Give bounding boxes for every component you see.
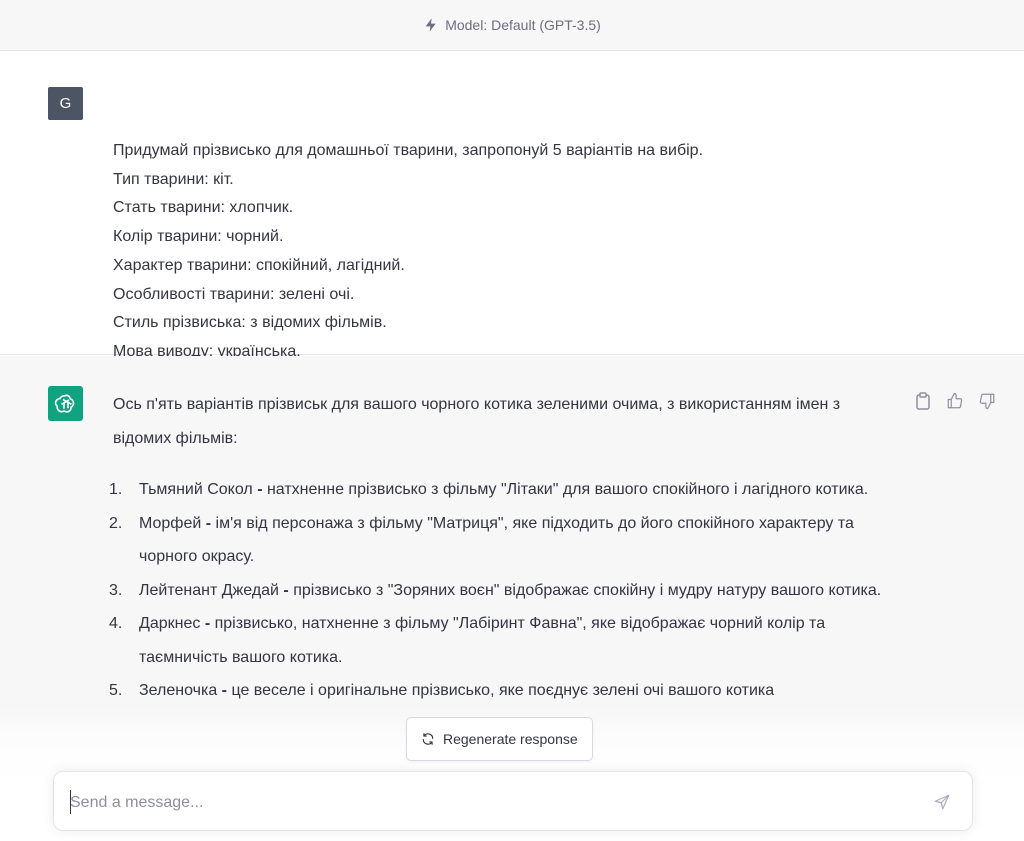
message-input[interactable] — [70, 790, 910, 816]
list-number: 3. — [109, 581, 123, 599]
list-item: 2. Морфей - ім'я від персонажа з фільму "… — [109, 507, 893, 574]
nickname: Тьмяний Сокол — [139, 481, 253, 498]
user-line: Особливості тварини: зелені очі. — [113, 285, 355, 303]
assistant-intro: Ось п'ять варіантів прізвиськ для вашого… — [113, 396, 841, 447]
regenerate-response-button[interactable]: Regenerate response — [406, 717, 593, 761]
thumbs-down-icon[interactable] — [976, 390, 998, 412]
nickname-description: це веселе і оригінальне прізвисько, яке … — [231, 682, 775, 699]
list-number: 5. — [109, 682, 123, 699]
copy-icon[interactable] — [912, 390, 934, 412]
refresh-icon — [421, 732, 435, 746]
model-label: Model: Default (GPT-3.5) — [445, 17, 601, 33]
user-line: Стиль прізвиська: з відомих фільмів. — [113, 314, 387, 332]
model-bar: Model: Default (GPT-3.5) — [0, 0, 1024, 51]
separator: - — [201, 514, 216, 532]
user-line: Характер тварини: спокійний, лагідний. — [113, 256, 405, 274]
list-item: 1. Тьмяний Сокол - натхненне прізвисько з… — [109, 473, 893, 507]
separator: - — [278, 581, 294, 599]
text-caret — [70, 790, 71, 814]
list-item: 4. Даркнес - прізвисько, натхненне з філь… — [109, 607, 893, 674]
nickname-description: прізвисько, натхненне з фільму "Лабіринт… — [139, 615, 826, 666]
list-number: 1. — [109, 481, 123, 498]
nickname-description: натхненне прізвисько з фільму "Літаки" д… — [266, 481, 869, 498]
list-number: 4. — [109, 615, 123, 632]
assistant-message-text: Ось п'ять варіантів прізвиськ для вашого… — [109, 388, 893, 708]
nickname: Морфей — [139, 514, 202, 532]
thumbs-up-icon[interactable] — [944, 390, 966, 412]
message-actions — [912, 390, 998, 412]
regenerate-label: Regenerate response — [443, 731, 578, 747]
nickname: Лейтенант Джедай — [139, 581, 279, 599]
assistant-avatar — [48, 386, 83, 421]
user-line: Тип тварини: кіт. — [113, 170, 234, 188]
nickname: Даркнес — [139, 615, 201, 632]
nickname: Зеленочка — [139, 682, 218, 699]
separator: - — [252, 481, 267, 498]
user-line: Придумай прізвисько для домашньої тварин… — [113, 142, 704, 159]
list-number: 2. — [109, 514, 123, 532]
nickname-description: прізвисько з "Зоряних воєн" відображає с… — [293, 581, 882, 599]
list-item: 5. Зеленочка - це веселе і оригінальне пр… — [109, 674, 893, 708]
send-icon[interactable] — [932, 792, 952, 812]
list-item: 3. Лейтенант Джедай - прізвисько з "Зорян… — [109, 574, 893, 608]
separator: - — [217, 682, 232, 699]
message-composer — [53, 771, 973, 831]
user-line: Стать тварини: хлопчик. — [113, 199, 294, 217]
suggestion-list: 1. Тьмяний Сокол - натхненне прізвисько з… — [109, 473, 893, 708]
separator: - — [200, 615, 215, 632]
user-message-text: Придумай прізвисько для домашньої тварин… — [113, 137, 703, 367]
nickname-description: ім'я від персонажа з фільму "Матриця", я… — [139, 514, 854, 566]
user-avatar: G — [48, 87, 83, 120]
user-line: Колір тварини: чорний. — [113, 228, 284, 246]
bolt-icon — [423, 17, 439, 33]
openai-logo-icon — [54, 393, 74, 413]
user-message-row: G Придумай прізвисько для домашньої твар… — [0, 51, 1024, 360]
